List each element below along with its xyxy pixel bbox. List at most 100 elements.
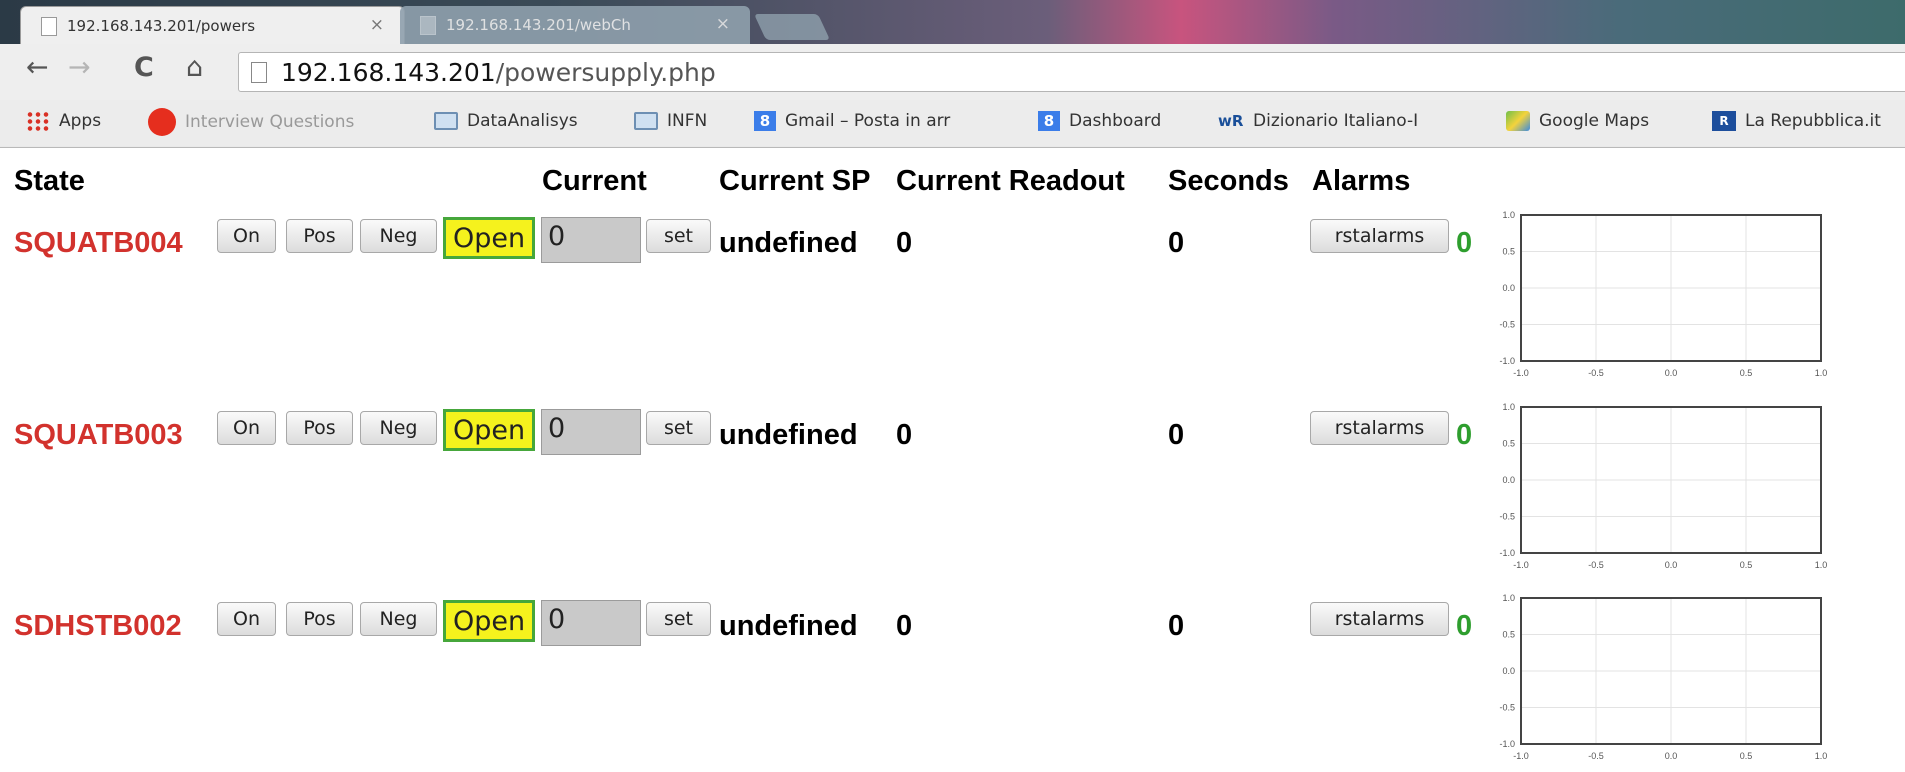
on-button[interactable]: On [217,411,276,445]
current-input[interactable]: 0 [541,217,641,263]
current-input[interactable]: 0 [541,409,641,455]
tab-webchart[interactable]: 192.168.143.201/webCh × [400,6,750,44]
close-icon[interactable]: × [370,15,384,35]
powersupply-row: SDHSTB002 On Pos Neg Open 0 set undefine… [0,590,1905,770]
google-icon: 8 [1038,111,1060,131]
browser-toolbar: ← → C ⌂ 192.168.143.201/powersupply.php [0,44,1905,100]
header-current-readout: Current Readout [896,165,1125,197]
bookmark-google-maps[interactable]: Google Maps [1506,111,1649,131]
url-path: /powersupply.php [495,58,716,87]
bookmark-label: Dashboard [1069,111,1162,131]
tab-label: 192.168.143.201/webCh [446,16,631,34]
bookmark-interview-questions[interactable]: Interview Questions [148,108,354,136]
powersupply-row: SQUATB004 On Pos Neg Open 0 set undefine… [0,207,1905,387]
current-sp-value: undefined [719,419,858,451]
neg-button[interactable]: Neg [360,411,437,445]
home-icon[interactable]: ⌂ [186,52,203,83]
header-current-sp: Current SP [719,165,871,197]
open-button[interactable]: Open [443,217,535,259]
seconds-value: 0 [1168,419,1185,451]
bookmark-infn[interactable]: INFN [634,111,707,131]
y-tick-label: -0.5 [1499,703,1515,713]
open-button[interactable]: Open [443,409,535,451]
bookmark-apps[interactable]: Apps [26,111,101,131]
x-tick-label: 0.5 [1740,368,1753,378]
readout-plot: -1.0 -0.5 0.0 0.5 1.0 1.0 0.5 0.0 -0.5 -1.0 [1499,593,1828,761]
x-tick-label: -0.5 [1588,751,1604,761]
header-current: Current [542,165,647,197]
alarm-count: 0 [1456,610,1473,642]
tab-strip: 192.168.143.201/powers × 192.168.143.201… [0,0,1905,44]
rstalarms-button[interactable]: rstalarms [1310,411,1449,445]
set-button[interactable]: set [646,602,711,636]
bookmark-gmail[interactable]: 8 Gmail – Posta in arr [754,111,950,131]
current-input[interactable]: 0 [541,600,641,646]
y-tick-label: 0.5 [1502,247,1515,257]
x-tick-label: 1.0 [1815,368,1828,378]
url-text: 192.168.143.201/powersupply.php [281,58,716,87]
x-tick-label: -1.0 [1513,368,1529,378]
alarm-count: 0 [1456,227,1473,259]
y-tick-label: -0.5 [1499,512,1515,522]
neg-button[interactable]: Neg [360,602,437,636]
pos-button[interactable]: Pos [286,219,353,253]
neg-button[interactable]: Neg [360,219,437,253]
folder-icon [434,112,458,130]
alarm-count: 0 [1456,419,1473,451]
powersupply-name: SQUATB004 [14,227,183,259]
reload-icon[interactable]: C [134,52,154,83]
x-tick-label: -0.5 [1588,368,1604,378]
on-button[interactable]: On [217,602,276,636]
y-tick-label: 1.0 [1502,210,1515,220]
powersupply-row: SQUATB003 On Pos Neg Open 0 set undefine… [0,399,1905,579]
x-tick-label: 1.0 [1815,751,1828,761]
tab-powersupply[interactable]: 192.168.143.201/powers × [20,6,405,44]
bookmark-label: Gmail – Posta in arr [785,111,951,131]
repubblica-icon: R [1712,111,1736,131]
on-button[interactable]: On [217,219,276,253]
current-readout-value: 0 [896,610,913,642]
maps-icon [1506,111,1530,131]
readout-plot: -1.0 -0.5 0.0 0.5 1.0 1.0 0.5 0.0 -0.5 -1.0 [1499,402,1828,570]
set-button[interactable]: set [646,219,711,253]
address-bar[interactable]: 192.168.143.201/powersupply.php [238,52,1905,92]
page-icon [41,17,57,36]
back-arrow-icon[interactable]: ← [26,52,49,83]
forward-arrow-icon[interactable]: → [68,52,91,83]
page-icon [251,62,267,83]
rstalarms-button[interactable]: rstalarms [1310,602,1449,636]
x-tick-label: -0.5 [1588,560,1604,570]
x-tick-label: 0.0 [1665,560,1678,570]
pos-button[interactable]: Pos [286,602,353,636]
rstalarms-button[interactable]: rstalarms [1310,219,1449,253]
open-button[interactable]: Open [443,600,535,642]
bookmark-dashboard[interactable]: 8 Dashboard [1038,111,1161,131]
new-tab-button[interactable] [753,14,831,40]
header-alarms: Alarms [1312,165,1411,197]
y-tick-label: 0.0 [1502,666,1515,676]
apps-grid-icon [26,111,50,131]
powersupply-name: SQUATB003 [14,419,183,451]
x-tick-label: 1.0 [1815,560,1828,570]
browser-chrome: 192.168.143.201/powers × 192.168.143.201… [0,0,1905,148]
bookmark-dataanalisys[interactable]: DataAnalisys [434,111,578,131]
x-tick-label: 0.5 [1740,560,1753,570]
bookmark-repubblica[interactable]: R La Repubblica.it [1712,111,1881,131]
set-button[interactable]: set [646,411,711,445]
bookmark-label: DataAnalisys [467,111,578,131]
y-tick-label: -1.0 [1499,356,1515,366]
folder-icon [634,112,658,130]
bookmark-label: Google Maps [1539,111,1650,131]
y-tick-label: 0.0 [1502,475,1515,485]
current-readout-value: 0 [896,227,913,259]
current-sp-value: undefined [719,610,858,642]
pos-button[interactable]: Pos [286,411,353,445]
bookmark-dizionario[interactable]: wR Dizionario Italiano-I [1218,111,1418,131]
bookmark-label: Interview Questions [185,112,355,132]
y-tick-label: 0.0 [1502,283,1515,293]
bookmark-label: Apps [59,111,102,131]
close-icon[interactable]: × [716,14,730,34]
powersupply-page: State Current Current SP Current Readout… [0,147,1905,772]
bookmark-label: INFN [667,111,708,131]
x-tick-label: 0.0 [1665,751,1678,761]
